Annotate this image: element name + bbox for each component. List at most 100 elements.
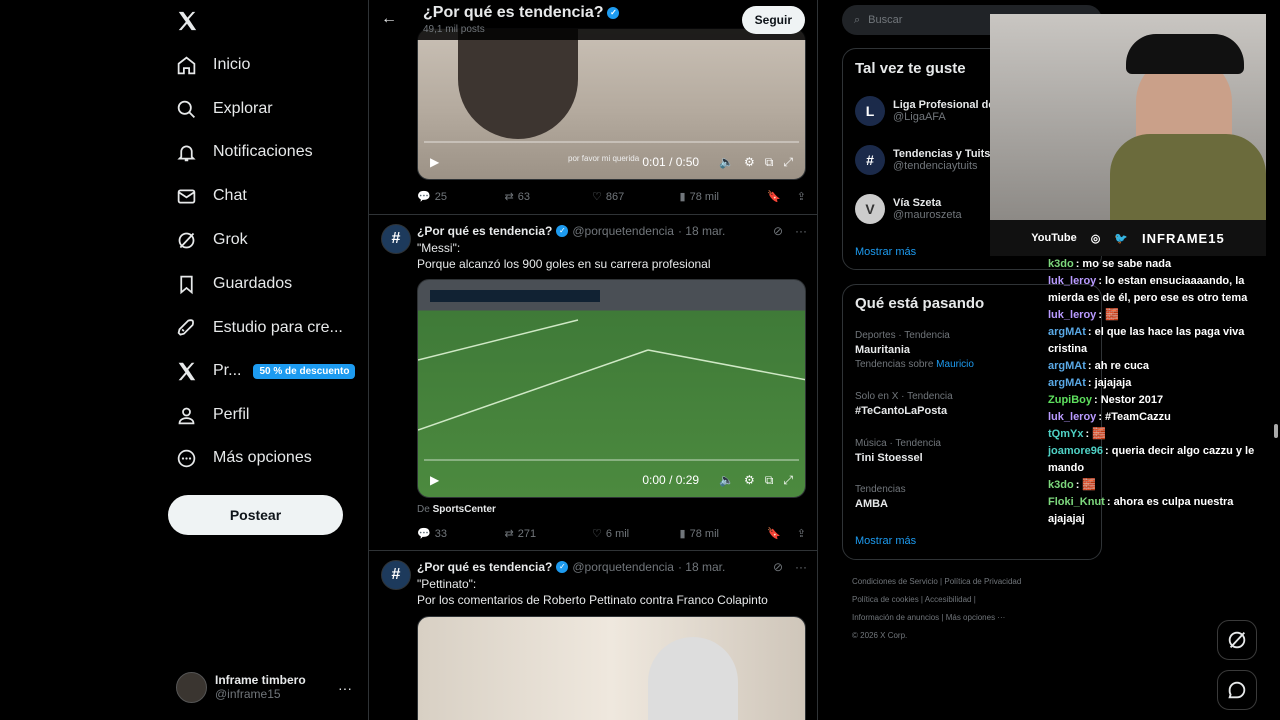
repost-icon: ⇄ [504, 528, 514, 540]
bookmark-icon[interactable]: 🔖 [767, 190, 781, 203]
scrollbar-thumb[interactable] [1274, 424, 1278, 438]
footer-link[interactable]: Política de cookies [852, 595, 919, 604]
views-button[interactable]: ▮ 78 mil [679, 527, 768, 541]
nav-item-premium[interactable]: Pr... 50 % de descuento [176, 351, 356, 391]
fullscreen-icon[interactable]: ⤢ [783, 473, 793, 488]
settings-icon[interactable]: ⚙ [744, 155, 755, 169]
tweet-author-name[interactable]: ¿Por qué es tendencia? [417, 224, 552, 238]
mail-icon [177, 189, 196, 203]
nav-item-bookmarks[interactable]: Guardados [176, 264, 292, 304]
nav-item-grok[interactable]: Grok [176, 220, 248, 260]
tweet-date[interactable]: · 18 mar. [678, 560, 725, 574]
twitter-icon: 🐦 [1114, 232, 1129, 245]
volume-icon[interactable]: 🔈 [719, 155, 734, 169]
share-icon[interactable]: ⇪ [797, 527, 806, 540]
bookmark-icon[interactable]: 🔖 [767, 527, 781, 540]
show-more-link[interactable]: Mostrar más [855, 246, 916, 258]
chat-username[interactable]: luk_leroy [1048, 411, 1096, 423]
more-dots-icon[interactable]: ··· [795, 560, 807, 574]
footer-link[interactable]: Condiciones de Servicio [852, 577, 938, 586]
video-player[interactable]: ▶ 0:00 / 0:29 🔈 ⚙ ⧉ ⤢ [417, 279, 806, 498]
post-button[interactable]: Postear [168, 495, 343, 535]
reply-button[interactable]: 💬 25 [417, 190, 505, 204]
tweet-actions: 💬 33 ⇄ 271 ♡ 6 mil ▮ 78 mil 🔖 ⇪ [417, 527, 806, 541]
chat-username[interactable]: k3do [1048, 479, 1074, 491]
follow-button[interactable]: Seguir [741, 6, 805, 34]
tweet-image[interactable] [417, 616, 806, 720]
chat-text: : jajajaja [1087, 377, 1132, 389]
tweet-author-name[interactable]: ¿Por qué es tendencia? [417, 560, 552, 574]
chat-username[interactable]: luk_leroy [1048, 275, 1096, 287]
chat-username[interactable]: ZupiBoy [1048, 394, 1092, 406]
suggestion-item[interactable]: # Tendencias y Tuits @tendenciaytuits [855, 145, 990, 175]
play-icon[interactable]: ▶ [430, 155, 439, 169]
settings-icon[interactable]: ⚙ [744, 473, 755, 487]
x-logo-icon[interactable] [176, 10, 198, 32]
views-button[interactable]: ▮ 78 mil [680, 190, 768, 204]
chat-username[interactable]: argMAt [1048, 360, 1086, 372]
tweet-author-handle[interactable]: @porquetendencia [572, 560, 674, 574]
popout-icon[interactable]: ⧉ [765, 473, 774, 488]
x-logo-icon [178, 362, 196, 380]
grok-icon[interactable]: ⊘ [773, 560, 783, 574]
footer-link[interactable]: Política de Privacidad [944, 577, 1021, 586]
chat-username[interactable]: Floki_Knut [1048, 496, 1105, 508]
chat-username[interactable]: argMAt [1048, 377, 1086, 389]
play-icon[interactable]: ▶ [430, 473, 439, 487]
views-count: 78 mil [689, 190, 719, 203]
nav-item-explore[interactable]: Explorar [176, 89, 273, 129]
suggestion-item[interactable]: L Liga Profesional de @LigaAFA [855, 96, 994, 126]
more-dots-icon[interactable]: ··· [795, 224, 807, 238]
avatar[interactable]: # [381, 560, 411, 590]
volume-icon[interactable]: 🔈 [719, 473, 734, 487]
video-player[interactable]: por favor mi querida ▶ 0:01 / 0:50 🔈 ⚙ ⧉… [417, 28, 806, 180]
repost-button[interactable]: ⇄ 63 [505, 190, 593, 204]
tweet-author-handle[interactable]: @porquetendencia [572, 224, 674, 238]
nav-item-profile[interactable]: Perfil [176, 395, 249, 435]
nav-label: Chat [213, 187, 247, 204]
views-icon: ▮ [679, 528, 686, 540]
chat-username[interactable]: luk_leroy [1048, 309, 1096, 321]
repost-button[interactable]: ⇄ 271 [504, 527, 593, 541]
chat-username[interactable]: k3do [1048, 258, 1074, 270]
nav-item-more[interactable]: Más opciones [176, 438, 312, 478]
show-more-link[interactable]: Mostrar más [855, 535, 916, 547]
chat-message: luk_leroy: #TeamCazzu [1048, 409, 1268, 426]
like-button[interactable]: ♡ 6 mil [592, 527, 680, 541]
grok-fab-button[interactable] [1217, 620, 1257, 660]
verified-badge-icon: ✓ [607, 7, 620, 19]
reply-button[interactable]: 💬 33 [417, 527, 505, 541]
footer-link[interactable]: Más opciones ··· [946, 613, 1006, 622]
nav-item-chat[interactable]: Chat [176, 176, 247, 216]
suggestion-item[interactable]: V Vía Szeta @mauroszeta [855, 194, 962, 224]
nav-item-home[interactable]: Inicio [176, 45, 250, 85]
video-progress[interactable] [424, 141, 799, 143]
panel-title: Tal vez te guste [855, 60, 966, 77]
divider [369, 214, 817, 215]
fullscreen-icon[interactable]: ⤢ [783, 155, 793, 170]
more-dots-icon[interactable]: ··· [338, 680, 352, 696]
chat-username[interactable]: joamore96 [1048, 445, 1103, 457]
tweet-date[interactable]: · 18 mar. [678, 224, 725, 238]
footer-link[interactable]: Accesibilidad [925, 595, 972, 604]
search-placeholder: Buscar [868, 14, 903, 26]
account-handle: @inframe15 [215, 687, 281, 701]
nav-item-creator-studio[interactable]: Estudio para cre... [176, 308, 343, 348]
video-progress[interactable] [424, 459, 799, 461]
grok-icon[interactable]: ⊘ [773, 224, 783, 238]
chat-username[interactable]: tQmYx [1048, 428, 1083, 440]
popout-icon[interactable]: ⧉ [765, 155, 774, 170]
account-switcher[interactable]: Inframe timbero @inframe15 ··· [176, 670, 356, 704]
chat-username[interactable]: argMAt [1048, 326, 1086, 338]
avatar[interactable]: # [381, 224, 411, 254]
left-navigation: Inicio Explorar Notificaciones Chat Grok… [0, 0, 368, 720]
messages-fab-button[interactable] [1217, 670, 1257, 710]
trend-extra-prefix: Tendencias sobre [855, 359, 934, 370]
source-name[interactable]: SportsCenter [433, 504, 496, 515]
share-icon[interactable]: ⇪ [797, 190, 806, 203]
back-arrow-icon[interactable]: ← [381, 10, 397, 28]
like-button[interactable]: ♡ 867 [592, 190, 680, 204]
trend-extra-link[interactable]: Mauricio [936, 359, 974, 370]
nav-item-notifications[interactable]: Notificaciones [176, 132, 313, 172]
footer-link[interactable]: Información de anuncios [852, 613, 939, 622]
